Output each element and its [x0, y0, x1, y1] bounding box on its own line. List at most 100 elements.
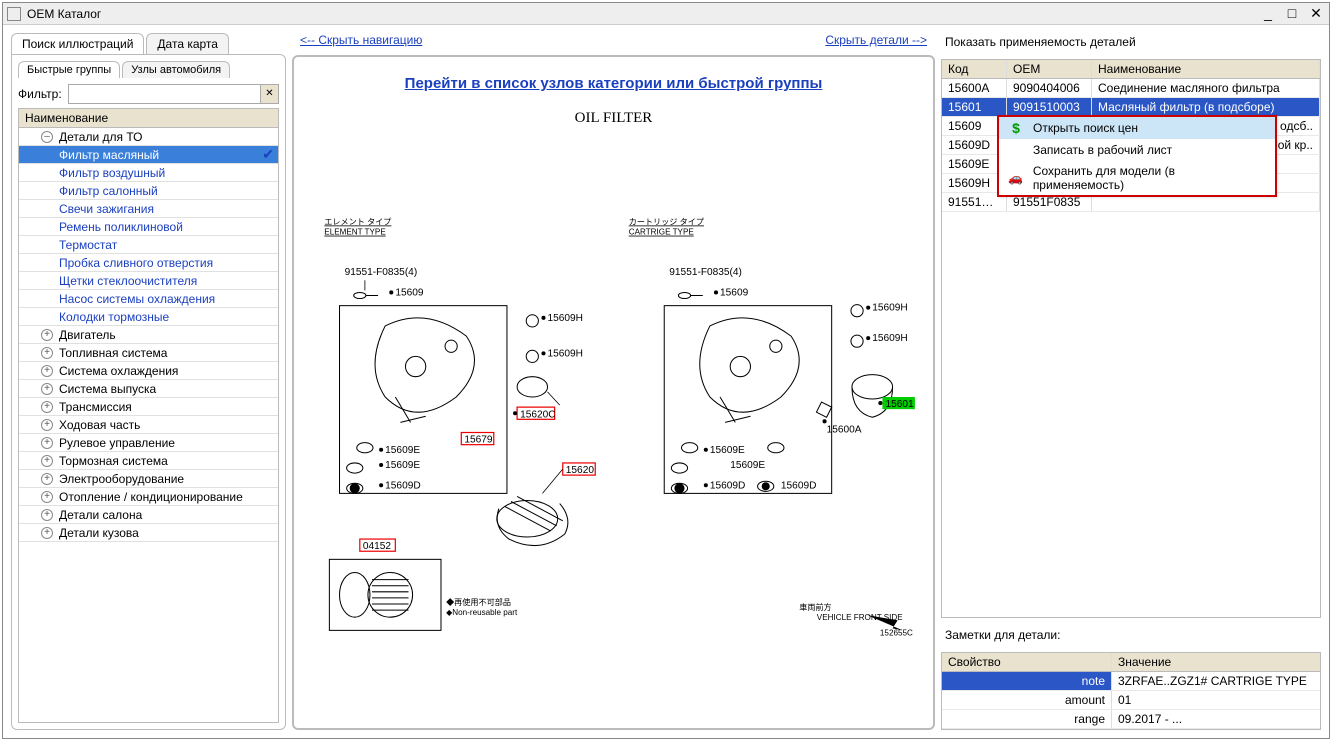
label-15609D-right: 15609D [710, 480, 745, 491]
window-buttons: _ □ ✕ [1259, 5, 1325, 22]
tree-item-brake-pads[interactable]: Колодки тормозные [19, 308, 278, 326]
tree-group-label: Отопление / кондиционирование [59, 490, 243, 504]
tree-item-thermostat[interactable]: Термостат [19, 236, 278, 254]
diagram-drawing[interactable]: エレメント タイプ ELEMENT TYPE カートリッジ タイプ CARTRI… [304, 147, 923, 718]
tree-group-label: Трансмиссия [59, 400, 132, 414]
tree-item-wipers[interactable]: Щетки стеклоочистителя [19, 272, 278, 290]
right-panel: Показать применяемость деталей Код OEM Н… [941, 33, 1321, 730]
col-oem[interactable]: OEM [1007, 60, 1092, 78]
expand-icon[interactable]: + [41, 437, 53, 449]
tree-item-cabin-filter[interactable]: Фильтр салонный [19, 182, 278, 200]
label-15609H-right-1: 15609H [872, 303, 907, 314]
tree-header: Наименование [19, 109, 278, 128]
tree-item-label: Свечи зажигания [59, 202, 154, 216]
tree-group-hvac[interactable]: + Отопление / кондиционирование [19, 488, 278, 506]
menu-open-prices[interactable]: $ Открыть поиск цен [999, 117, 1275, 139]
expand-icon[interactable]: + [41, 491, 53, 503]
cell-oem: 9091510003 [1007, 98, 1092, 116]
notes-row[interactable]: amount 01 [942, 691, 1320, 710]
col-value[interactable]: Значение [1112, 653, 1320, 671]
expand-icon[interactable]: + [41, 527, 53, 539]
table-row[interactable]: 15600A 9090404006 Соединение масляного ф… [942, 79, 1320, 98]
expand-icon[interactable]: + [41, 401, 53, 413]
tree-item-label: Ремень поликлиновой [59, 220, 183, 234]
filter-label: Фильтр: [18, 87, 62, 101]
tree-grid[interactable]: Наименование – Детали для ТО Фильтр масл… [18, 108, 279, 723]
hide-nav-link[interactable]: <-- Скрыть навигацию [300, 33, 422, 47]
filter-input[interactable] [69, 85, 260, 103]
note-prop: amount [942, 691, 1112, 709]
tree-group-label: Ходовая часть [59, 418, 140, 432]
note-val: 09.2017 - ... [1112, 710, 1320, 728]
app-window: OEM Каталог _ □ ✕ Поиск иллюстраций Дата… [2, 2, 1330, 739]
tree-group-cooling[interactable]: +Система охлаждения [19, 362, 278, 380]
expand-icon[interactable]: + [41, 347, 53, 359]
tree-item-air-filter[interactable]: Фильтр воздушный [19, 164, 278, 182]
hide-details-link[interactable]: Скрыть детали --> [825, 33, 927, 47]
minimize-button[interactable]: _ [1259, 5, 1277, 22]
tree-group-service[interactable]: – Детали для ТО [19, 128, 278, 146]
label-15609-left: 15609 [395, 288, 424, 299]
tree-item-drain-plug[interactable]: Пробка сливного отверстия [19, 254, 278, 272]
tab-search-illustrations[interactable]: Поиск иллюстраций [11, 33, 144, 54]
subtab-quick-groups[interactable]: Быстрые группы [18, 61, 120, 78]
tree-group-fuel[interactable]: +Топливная система [19, 344, 278, 362]
blank-icon [1007, 142, 1025, 158]
tree-item-label: Щетки стеклоочистителя [59, 274, 197, 288]
tree-item-label: Пробка сливного отверстия [59, 256, 213, 270]
tree-item-label: Термостат [59, 238, 117, 252]
tree-item-water-pump[interactable]: Насос системы охлаждения [19, 290, 278, 308]
expand-icon[interactable]: + [41, 419, 53, 431]
tree-group-label: Система выпуска [59, 382, 156, 396]
expand-icon[interactable]: + [41, 455, 53, 467]
filter-row: Фильтр: ✕ [18, 84, 279, 104]
image-id: 152655C [880, 628, 913, 637]
collapse-icon[interactable]: – [41, 131, 53, 143]
cell-name: Масляный фильтр (в подсборе) [1092, 98, 1320, 116]
expand-icon[interactable]: + [41, 383, 53, 395]
menu-save-model[interactable]: 🚗 Сохранить для модели (в применяемость) [999, 161, 1275, 195]
tree-group-brakes[interactable]: +Тормозная система [19, 452, 278, 470]
menu-write-sheet[interactable]: Записать в рабочий лист [999, 139, 1275, 161]
expand-icon[interactable]: + [41, 509, 53, 521]
label-15609E-left-2: 15609E [385, 460, 420, 471]
notes-row-selected[interactable]: note 3ZRFAE..ZGZ1# CARTRIGE TYPE [942, 672, 1320, 691]
col-property[interactable]: Свойство [942, 653, 1112, 671]
filter-clear-button[interactable]: ✕ [260, 85, 278, 103]
notes-title: Заметки для детали: [941, 626, 1321, 644]
label-15601: 15601 [885, 399, 914, 410]
content-body: Поиск иллюстраций Дата карта Быстрые гру… [3, 25, 1329, 738]
label-15679: 15679 [464, 435, 493, 446]
tree-group-chassis[interactable]: + Ходовая часть [19, 416, 278, 434]
col-name[interactable]: Наименование [1092, 60, 1320, 78]
tree-item-belt[interactable]: Ремень поликлиновой [19, 218, 278, 236]
tree-group-engine[interactable]: +Двигатель [19, 326, 278, 344]
close-button[interactable]: ✕ [1307, 5, 1325, 22]
label-bolt-right: 91551-F0835(4) [669, 267, 742, 278]
menu-item-label: Открыть поиск цен [1033, 121, 1138, 135]
tree-group-steering[interactable]: +Рулевое управление [19, 434, 278, 452]
tree-group-transmission[interactable]: + Трансмиссия [19, 398, 278, 416]
diagram-title: OIL FILTER [575, 110, 653, 127]
tree-group-electrical[interactable]: +Электрооборудование [19, 470, 278, 488]
maximize-button[interactable]: □ [1283, 5, 1301, 22]
table-fill [942, 212, 1320, 617]
subtab-vehicle-units[interactable]: Узлы автомобиля [122, 61, 230, 78]
filter-input-wrap: ✕ [68, 84, 279, 104]
category-list-link[interactable]: Перейти в список узлов категории или быс… [405, 75, 823, 92]
expand-icon[interactable]: + [41, 473, 53, 485]
label-15609D-left: 15609D [385, 480, 420, 491]
tree-group-interior[interactable]: +Детали салона [19, 506, 278, 524]
label-15609-right: 15609 [720, 288, 749, 299]
expand-icon[interactable]: + [41, 365, 53, 377]
subhead-right-en: CARTRIGE TYPE [629, 228, 695, 237]
notes-row[interactable]: range 09.2017 - ... [942, 710, 1320, 729]
tab-date-map[interactable]: Дата карта [146, 33, 229, 54]
col-code[interactable]: Код [942, 60, 1007, 78]
tree-group-body[interactable]: +Детали кузова [19, 524, 278, 542]
tree-item-spark-plugs[interactable]: Свечи зажигания [19, 200, 278, 218]
expand-icon[interactable]: + [41, 329, 53, 341]
tree-group-exhaust[interactable]: + Система выпуска [19, 380, 278, 398]
tree-item-oil-filter[interactable]: Фильтр масляный ✔ [19, 146, 278, 164]
label-15600A: 15600A [827, 425, 862, 436]
